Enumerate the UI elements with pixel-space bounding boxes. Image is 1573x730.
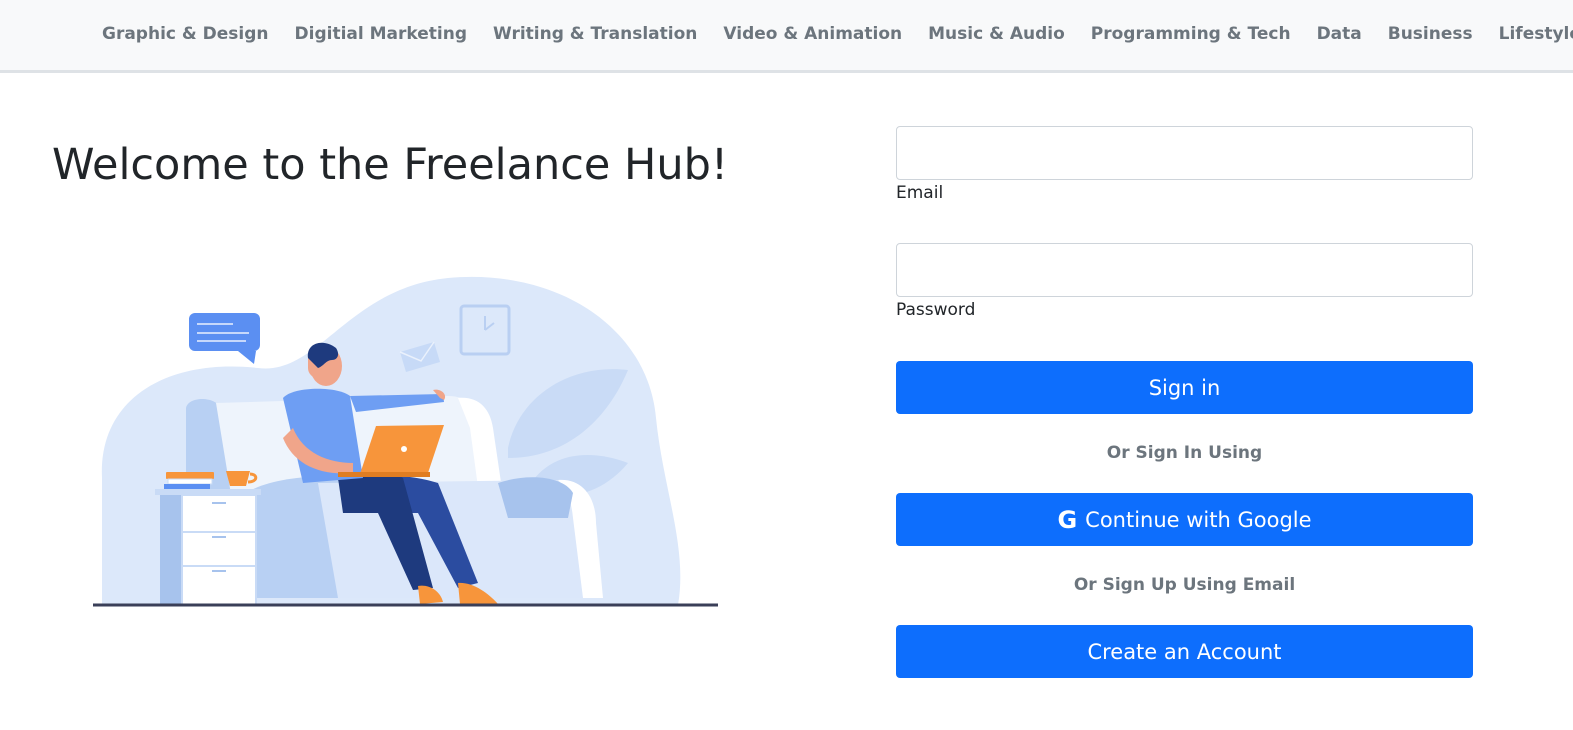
- password-label: Password: [896, 300, 976, 320]
- or-sign-up-text: Or Sign Up Using Email: [1073, 575, 1296, 595]
- nav-item-writing-translation[interactable]: Writing & Translation: [493, 24, 697, 44]
- person-on-couch-with-laptop-illustration: [93, 276, 718, 607]
- welcome-heading: Welcome to the Freelance Hub!: [52, 140, 729, 190]
- google-icon: G: [1057, 505, 1078, 534]
- continue-with-google-button[interactable]: G Continue with Google: [896, 493, 1473, 546]
- sign-in-label: Sign in: [1148, 375, 1221, 400]
- nav-item-digital-marketing[interactable]: Digitial Marketing: [295, 24, 467, 44]
- sign-in-button[interactable]: Sign in: [896, 361, 1473, 414]
- top-navbar: Graphic & Design Digitial Marketing Writ…: [0, 0, 1573, 73]
- create-account-button[interactable]: Create an Account: [896, 625, 1473, 678]
- nav-item-programming-tech[interactable]: Programming & Tech: [1091, 24, 1291, 44]
- nav-item-lifestyle[interactable]: Lifestyle: [1499, 24, 1573, 44]
- login-form: Email Password Sign in Or Sign In Using …: [896, 126, 1473, 678]
- email-field[interactable]: [896, 126, 1473, 180]
- google-button-label: Continue with Google: [1085, 507, 1312, 532]
- nav-item-business[interactable]: Business: [1388, 24, 1473, 44]
- category-nav-list: Graphic & Design Digitial Marketing Writ…: [102, 24, 1573, 44]
- password-field[interactable]: [896, 243, 1473, 297]
- email-label: Email: [896, 183, 944, 203]
- nav-item-music-audio[interactable]: Music & Audio: [928, 24, 1065, 44]
- nav-item-graphic-design[interactable]: Graphic & Design: [102, 24, 269, 44]
- or-sign-in-text: Or Sign In Using: [1106, 443, 1263, 463]
- create-account-label: Create an Account: [1087, 639, 1282, 664]
- nav-item-video-animation[interactable]: Video & Animation: [723, 24, 902, 44]
- nav-item-data[interactable]: Data: [1317, 24, 1362, 44]
